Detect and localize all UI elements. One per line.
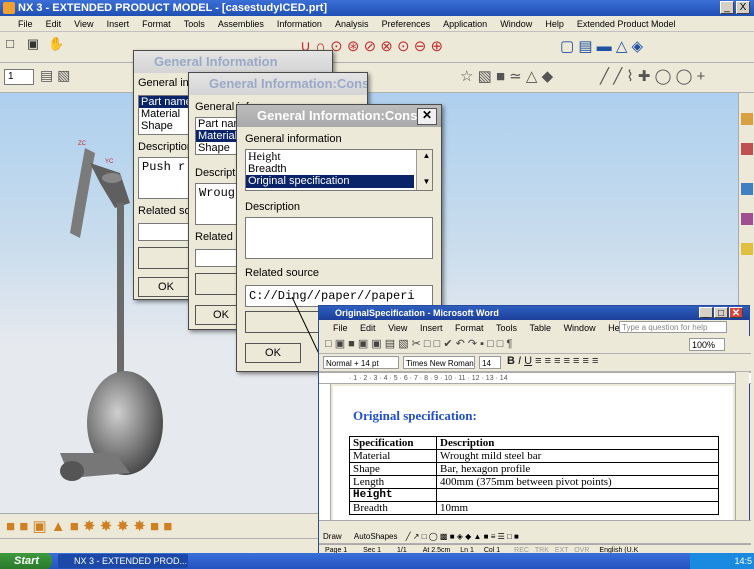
table-cell[interactable]: Wrought mild steel bar [436, 449, 719, 463]
table-cell[interactable]: Height [349, 488, 437, 502]
word-menu-file[interactable]: File [319, 323, 353, 333]
word-drawing-toolbar: Draw AutoShapes ╱ ↗ □ ◯ ▩ ■ ◈ ◆ ▲ ■ ≡ ☰ … [319, 530, 751, 544]
table-row: Shape Bar, hexagon profile [349, 462, 719, 476]
document-heading: Original specification: [353, 408, 477, 423]
word-formatting-toolbar: Normal + 14 pt Times New Roman 14 B I U … [319, 354, 751, 372]
word-minimize-button[interactable]: _ [699, 307, 713, 319]
word-menu-edit[interactable]: Edit [355, 323, 381, 333]
document-page[interactable]: Original specification: Specification De… [333, 386, 733, 520]
autoshapes-menu[interactable]: AutoShapes [344, 532, 398, 541]
zoom-select[interactable]: 100% [689, 338, 725, 351]
table-header-cell: Description [436, 436, 719, 450]
draw-menu[interactable]: Draw [319, 532, 342, 541]
table-cell[interactable]: Material [349, 449, 437, 463]
table-row: Breadth 10mm [349, 501, 719, 515]
table-cell[interactable]: 10mm [436, 501, 719, 515]
drawing-tool-icons[interactable]: ╱ ↗ □ ◯ ▩ ■ ◈ ◆ ▲ ■ ≡ ☰ □ ■ [400, 532, 519, 541]
table-cell[interactable]: Bar, hexagon profile [436, 462, 719, 476]
style-select[interactable]: Normal + 14 pt [323, 356, 399, 369]
table-header-cell: Specification [349, 436, 437, 450]
vertical-scrollbar[interactable] [735, 372, 749, 520]
word-maximize-button[interactable]: □ [714, 307, 728, 319]
word-close-button[interactable]: ✕ [729, 307, 743, 319]
start-label: Start [14, 555, 40, 567]
table-cell[interactable]: Breadth [349, 501, 437, 515]
horizontal-scrollbar[interactable] [319, 520, 751, 530]
word-menu-table[interactable]: Table [525, 323, 557, 333]
start-button[interactable]: Start [0, 553, 52, 569]
word-menu-bar: File Edit View Insert Format Tools Table… [319, 320, 749, 336]
word-window: OriginalSpecification - Microsoft Word _… [318, 305, 751, 555]
standard-tool-icons[interactable]: □ ▣ ■ ▣ ▣ ▤ ▧ ✂ □ □ ✔ ↶ ↷ ▪ □ □ ¶ [325, 337, 512, 350]
font-size-select[interactable]: 14 [479, 356, 501, 369]
word-menu-format[interactable]: Format [450, 323, 489, 333]
font-select[interactable]: Times New Roman [403, 356, 475, 369]
taskbar-nx-button[interactable]: NX 3 - EXTENDED PROD... [58, 554, 188, 568]
word-menu-insert[interactable]: Insert [415, 323, 448, 333]
word-standard-toolbar: □ ▣ ■ ▣ ▣ ▤ ▧ ✂ □ □ ✔ ↶ ↷ ▪ □ □ ¶ 100% [319, 336, 751, 354]
specification-table: Specification Description Material Wrough… [349, 436, 719, 515]
word-menu-tools[interactable]: Tools [491, 323, 522, 333]
formatting-tool-icons[interactable]: B I U ≡ ≡ ≡ ≡ ≡ ≡ ≡ [507, 355, 598, 367]
word-menu-view[interactable]: View [383, 323, 412, 333]
table-header-row: Specification Description [349, 436, 719, 450]
taskbar-nx-label: NX 3 - EXTENDED PROD... [74, 556, 188, 566]
table-cell[interactable] [436, 488, 719, 502]
table-row: Length 400mm (375mm between pivot points) [349, 475, 719, 489]
word-title: OriginalSpecification - Microsoft Word [335, 308, 499, 318]
vertical-ruler[interactable] [319, 384, 331, 520]
horizontal-ruler[interactable]: · 1 · 2 · 3 · 4 · 5 · 6 · 7 · 8 · 9 · 10… [319, 372, 751, 384]
taskbar: Start NX 3 - EXTENDED PROD... 14:5 [0, 553, 754, 569]
table-cell[interactable]: Shape [349, 462, 437, 476]
system-tray: 14:5 [690, 553, 754, 569]
clock: 14:5 [734, 556, 752, 566]
table-row: Height [349, 488, 719, 502]
table-cell[interactable]: Length [349, 475, 437, 489]
word-menu-window[interactable]: Window [559, 323, 601, 333]
word-title-bar: OriginalSpecification - Microsoft Word _… [319, 306, 749, 320]
table-cell[interactable]: 400mm (375mm between pivot points) [436, 475, 719, 489]
help-question-input[interactable]: Type a question for help [619, 321, 727, 333]
table-row: Material Wrought mild steel bar [349, 449, 719, 463]
